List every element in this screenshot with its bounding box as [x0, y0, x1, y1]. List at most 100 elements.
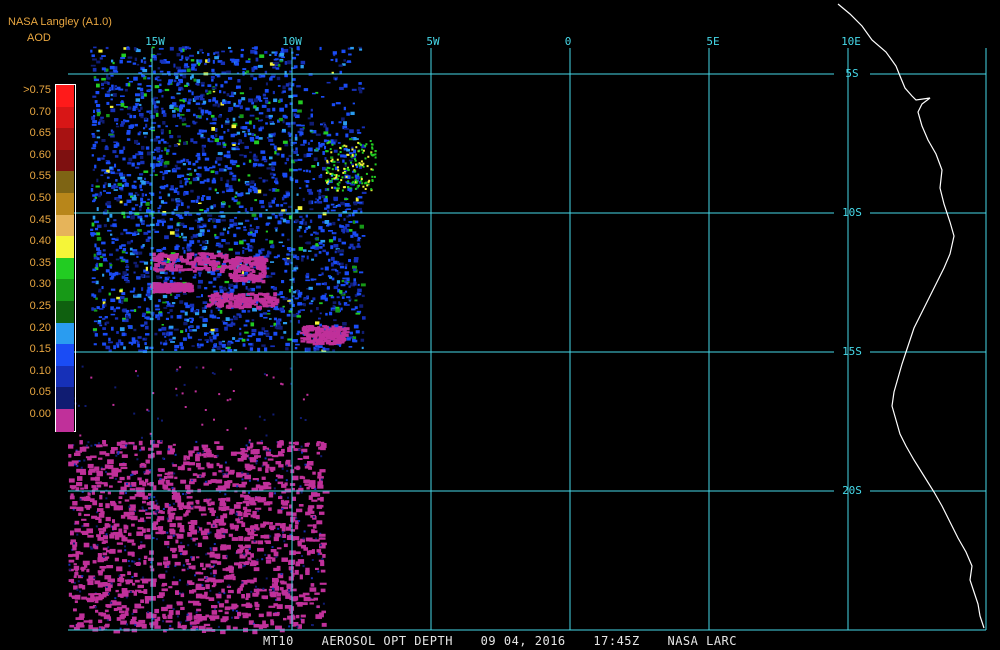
aod-pixel [342, 186, 345, 189]
aod-pixel [115, 589, 119, 593]
aod-pixel [101, 241, 106, 245]
aod-pixel [117, 549, 122, 553]
aod-pixel [269, 156, 273, 160]
aod-pixel [73, 581, 76, 584]
aod-pixel [172, 550, 176, 553]
aod-pixel [270, 143, 275, 146]
aod-pixel [323, 198, 328, 203]
aod-pixel [260, 205, 265, 209]
aod-pixel [131, 542, 136, 546]
aod-pixel [165, 570, 168, 573]
aod-pixel [224, 80, 228, 84]
aod-pixel [308, 200, 312, 205]
aod-pixel [102, 273, 105, 277]
aod-pixel [121, 292, 126, 296]
aod-pixel [229, 159, 234, 164]
aod-pixel [278, 63, 281, 67]
aod-pixel [343, 144, 346, 147]
aod-pixel [100, 482, 108, 485]
aod-pixel [288, 154, 292, 158]
aod-pixel [340, 179, 343, 182]
aod-pixel [227, 167, 232, 170]
aod-pixel [221, 486, 227, 492]
aod-pixel [273, 567, 279, 572]
aod-pixel [205, 452, 212, 456]
aod-pixel [247, 310, 251, 313]
aod-pixel [162, 457, 165, 460]
aod-pixel [281, 557, 288, 562]
aod-pixel [226, 429, 229, 431]
aod-pixel [174, 348, 178, 351]
aod-pixel [177, 203, 181, 206]
aod-pixel [110, 500, 116, 504]
aod-pixel [295, 134, 298, 137]
aod-pixel [296, 193, 299, 196]
aod-pixel [113, 345, 117, 350]
aod-pixel [210, 309, 213, 314]
aod-pixel [90, 477, 96, 481]
aod-pixel [173, 144, 178, 148]
aod-pixel [194, 505, 202, 509]
aod-pixel [126, 132, 131, 135]
aod-pixel [162, 176, 165, 181]
aod-pixel [292, 624, 296, 627]
aod-pixel [102, 440, 107, 445]
aod-pixel [341, 280, 345, 283]
aod-pixel [281, 153, 285, 158]
aod-pixel [222, 340, 225, 343]
aod-pixel [158, 154, 163, 159]
aod-pixel [156, 450, 162, 455]
aod-pixel [231, 177, 237, 181]
aod-pixel [265, 332, 270, 337]
aod-pixel [305, 169, 309, 173]
aod-pixel [131, 482, 137, 487]
aod-pixel [212, 117, 217, 121]
aod-pixel [281, 56, 285, 59]
aod-pixel [352, 339, 358, 343]
aod-pixel [284, 70, 287, 74]
aod-pixel [263, 418, 266, 421]
aod-pixel [254, 507, 262, 510]
aod-pixel [140, 446, 145, 451]
aod-pixel [249, 114, 255, 117]
aod-pixel [305, 180, 310, 183]
aod-pixel [319, 544, 322, 547]
aod-pixel [257, 540, 264, 545]
aod-pixel [237, 458, 244, 462]
aod-pixel [154, 332, 158, 336]
aod-pixel [94, 443, 97, 446]
aod-pixel [102, 184, 106, 189]
aod-pixel [342, 159, 345, 163]
aod-pixel [252, 510, 257, 515]
aod-pixel [229, 219, 235, 223]
aod-pixel [154, 230, 160, 233]
aod-pixel [139, 184, 142, 189]
aod-pixel [219, 464, 223, 469]
aod-pixel [153, 485, 157, 491]
aod-pixel [96, 136, 101, 139]
aod-pixel [317, 214, 322, 219]
aod-pixel [164, 160, 170, 165]
aod-pixel [139, 113, 144, 117]
aod-pixel [306, 333, 311, 336]
aod-pixel [108, 592, 110, 595]
aod-pixel [209, 314, 214, 318]
aod-pixel [183, 100, 186, 103]
aod-pixel [236, 279, 242, 282]
aod-pixel [338, 301, 341, 304]
aod-pixel [331, 268, 336, 271]
aod-pixel [145, 271, 150, 275]
aod-pixel [236, 502, 243, 505]
aod-pixel [282, 140, 288, 144]
aod-pixel [109, 65, 115, 70]
aod-pixel [359, 224, 364, 229]
aod-pixel [183, 383, 186, 386]
aod-pixel [201, 584, 204, 587]
aod-pixel [314, 488, 317, 490]
aod-pixel [361, 151, 364, 154]
aod-pixel [213, 547, 218, 552]
aod-pixel [242, 453, 248, 457]
aod-pixel [126, 241, 131, 245]
aod-pixel [273, 286, 277, 291]
aod-pixel [315, 614, 322, 619]
